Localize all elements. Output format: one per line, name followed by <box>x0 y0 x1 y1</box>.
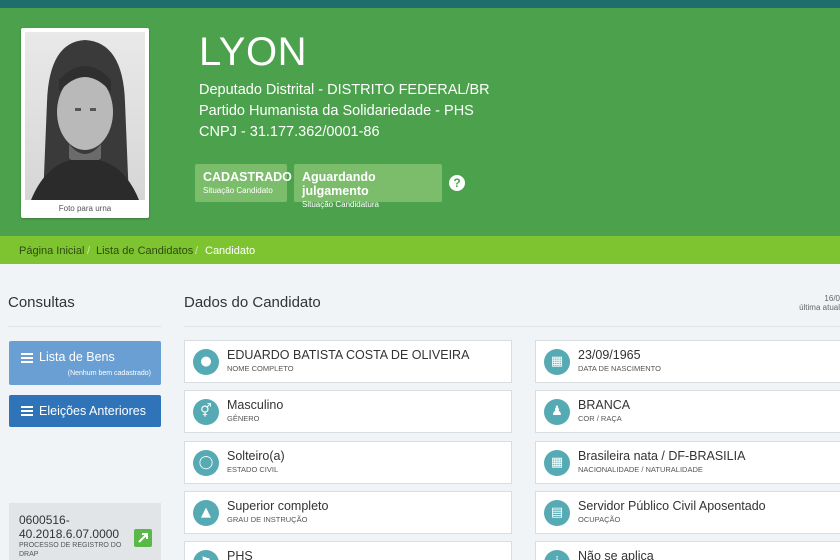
last-update-label: última atual <box>799 303 840 312</box>
breadcrumb-home[interactable]: Página Inicial <box>19 245 84 257</box>
divider <box>184 326 840 327</box>
status-badge-subtitle: Situação Candidato <box>203 186 273 195</box>
drap-number: 0600516-40.2018.6.07.0000 <box>19 513 120 541</box>
candidate-photo <box>25 32 145 200</box>
top-strip <box>0 0 840 8</box>
last-update-date: 16/0 <box>824 294 840 303</box>
field-race: ♟ BRANCA COR / RAÇA <box>535 390 840 433</box>
assets-list-note: (Nenhum bem cadastrado) <box>67 370 151 377</box>
status-badge-candidacy: Aguardando julgamento Situação Candidatu… <box>294 164 442 209</box>
drap-caption: PROCESSO DE REGISTRO DO DRAP <box>19 542 122 558</box>
field-label: NACIONALIDADE / NATURALIDADE <box>578 465 703 474</box>
field-gender: ⚥ Masculino GÊNERO <box>184 390 512 433</box>
previous-elections-button[interactable]: Eleições Anteriores <box>9 395 161 427</box>
calendar-icon: ▦ <box>544 349 570 375</box>
candidate-party: Partido Humanista da Solidariedade - PHS <box>199 103 474 119</box>
field-value: Solteiro(a) <box>227 449 285 463</box>
field-label: DATA DE NASCIMENTO <box>578 364 661 373</box>
field-occupation: ▤ Servidor Público Civil Aposentado OCUP… <box>535 491 840 534</box>
field-nationality: ▦ Brasileira nata / DF-BRASILIA NACIONAL… <box>535 441 840 484</box>
map-icon: ▦ <box>544 450 570 476</box>
field-party: ⚑ PHS <box>184 541 512 560</box>
status-badge-subtitle: Situação Candidatura <box>302 200 379 209</box>
field-value: 23/09/1965 <box>578 348 641 362</box>
divider <box>8 326 161 327</box>
field-value: PHS <box>227 549 253 560</box>
status-badge-candidate: CADASTRADO Situação Candidato <box>195 164 292 202</box>
photo-caption: Foto para urna <box>58 204 112 213</box>
flag-icon: ⚑ <box>193 550 219 560</box>
help-icon[interactable]: ? <box>449 175 465 191</box>
field-label: GÊNERO <box>227 414 260 423</box>
previous-elections-label: Eleições Anteriores <box>39 404 147 418</box>
user-icon: ● <box>193 349 219 375</box>
candidate-cnpj: CNPJ - 31.177.362/0001-86 <box>199 124 380 140</box>
field-label: OCUPAÇÃO <box>578 515 621 524</box>
field-full-name: ● EDUARDO BATISTA COSTA DE OLIVEIRA NOME… <box>184 340 512 383</box>
graduation-icon: ▲ <box>193 500 219 526</box>
field-value: BRANCA <box>578 398 631 412</box>
list-icon <box>21 406 33 416</box>
field-education: ▲ Superior completo GRAU DE INSTRUÇÃO <box>184 491 512 534</box>
external-link-icon[interactable] <box>134 529 152 547</box>
sidebar-title: Consultas <box>8 294 75 311</box>
breadcrumb-candidates-list[interactable]: Lista de Candidatos <box>96 245 193 257</box>
field-label: NOME COMPLETO <box>227 364 294 373</box>
field-birth-date: ▦ 23/09/1965 DATA DE NASCIMENTO <box>535 340 840 383</box>
candidate-name: LYON <box>199 30 307 74</box>
field-label: ESTADO CIVIL <box>227 465 279 474</box>
list-icon <box>21 353 33 363</box>
bank-icon: ▤ <box>544 500 570 526</box>
gender-icon: ⚥ <box>193 399 219 425</box>
field-value: Superior completo <box>227 499 329 513</box>
field-value: Servidor Público Civil Aposentado <box>578 499 766 513</box>
field-label: GRAU DE INSTRUÇÃO <box>227 515 308 524</box>
info-icon: i <box>544 550 570 560</box>
photo-card: Foto para urna <box>21 28 149 218</box>
person-icon: ♟ <box>544 399 570 425</box>
field-value: EDUARDO BATISTA COSTA DE OLIVEIRA <box>227 348 470 362</box>
field-value: Não se aplica <box>578 549 654 560</box>
field-value: Masculino <box>227 398 284 412</box>
field-marital-status: ◯ Solteiro(a) ESTADO CIVIL <box>184 441 512 484</box>
assets-list-button[interactable]: Lista de Bens (Nenhum bem cadastrado) <box>9 341 161 385</box>
status-badge-title: Aguardando julgamento <box>302 170 376 198</box>
status-badge-title: CADASTRADO <box>203 170 292 184</box>
field-value: Brasileira nata / DF-BRASILIA <box>578 449 746 463</box>
breadcrumb-current: Candidato <box>205 245 256 257</box>
field-extra: i Não se aplica <box>535 541 840 560</box>
content-title: Dados do Candidato <box>184 294 321 311</box>
candidate-office: Deputado Distrital - DISTRITO FEDERAL/BR <box>199 82 490 98</box>
ring-icon: ◯ <box>193 450 219 476</box>
field-label: COR / RAÇA <box>578 414 622 423</box>
drap-process-card: 0600516-40.2018.6.07.0000 PROCESSO DE RE… <box>9 503 161 560</box>
assets-list-label: Lista de Bens <box>39 350 115 364</box>
